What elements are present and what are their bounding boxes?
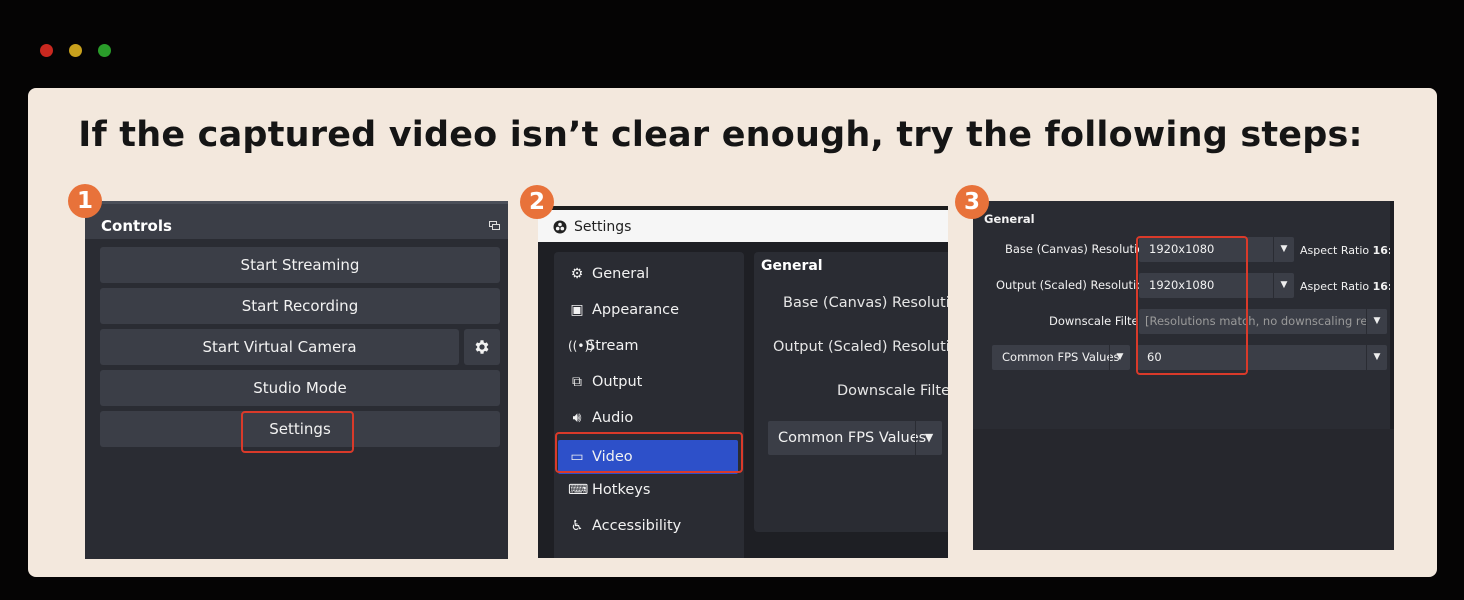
controls-panel: Controls Start Streaming Start Recording…	[85, 201, 508, 559]
keyboard-icon: ⌨	[568, 482, 589, 498]
obs-logo-icon	[553, 220, 567, 234]
output-aspect-ratio: Aspect Ratio 16:9	[1300, 280, 1394, 293]
settings-nav: ⚙ General ▣ Appearance ((•))Stream ⧉ Output…	[554, 252, 744, 558]
output-resolution-label: Output (Scaled) Resolution	[996, 278, 1151, 292]
step-1-badge: 1	[68, 184, 102, 218]
settings-title: Settings	[574, 219, 632, 235]
base-resolution-label: Base (Canvas) Resolution	[1005, 242, 1152, 256]
studio-mode-button[interactable]: Studio Mode	[100, 370, 500, 406]
nav-item-audio[interactable]: 🔊︎ Audio	[568, 408, 634, 428]
panel-bottom	[973, 429, 1394, 550]
speaker-icon: 🔊︎	[572, 410, 582, 426]
video-highlight	[555, 432, 743, 473]
chevron-down-icon: ▼	[1109, 345, 1130, 370]
settings-highlight	[241, 411, 354, 453]
start-recording-button[interactable]: Start Recording	[100, 288, 500, 324]
nav-item-hotkeys[interactable]: ⌨ Hotkeys	[568, 480, 650, 500]
general-section: General Base (Canvas) Resolution Output …	[754, 252, 948, 532]
base-aspect-ratio: Aspect Ratio 16:9	[1300, 244, 1394, 257]
start-streaming-button[interactable]: Start Streaming	[100, 247, 500, 283]
fps-type-select[interactable]: Common FPS Values ▼	[768, 421, 942, 455]
downscale-filter-label: Downscale Filter	[1049, 314, 1144, 328]
output-resolution-label: Output (Scaled) Resolution	[773, 339, 948, 355]
controls-title: Controls	[101, 217, 172, 235]
chevron-down-icon: ▼	[1273, 273, 1294, 298]
window-close-dot[interactable]	[40, 44, 53, 57]
nav-item-appearance[interactable]: ▣ Appearance	[568, 300, 679, 320]
output-icon: ⧉	[572, 374, 582, 390]
downscale-filter-label: Downscale Filter	[837, 383, 948, 399]
chevron-down-icon: ▼	[1366, 345, 1387, 370]
gear-icon: ⚙	[570, 266, 584, 282]
general-title: General	[761, 258, 823, 274]
nav-item-accessibility[interactable]: ♿︎ Accessibility	[568, 516, 682, 536]
gear-icon	[475, 340, 489, 354]
start-virtual-camera-button[interactable]: Start Virtual Camera	[100, 329, 459, 365]
window-minimize-dot[interactable]	[69, 44, 82, 57]
settings-titlebar: Settings	[538, 206, 948, 242]
nav-item-stream[interactable]: ((•))Stream	[568, 336, 638, 356]
antenna-icon: ((•))	[568, 339, 594, 353]
fps-type-select[interactable]: Common FPS Values ▼	[992, 345, 1130, 370]
controls-header: Controls	[85, 201, 508, 239]
panel-scroll-edge	[1390, 201, 1394, 429]
base-resolution-label: Base (Canvas) Resolution	[783, 295, 948, 311]
accessibility-icon: ♿︎	[570, 518, 584, 534]
step-3-badge: 3	[955, 185, 989, 219]
general-title: General	[984, 212, 1035, 226]
settings-window: Settings ⚙ General ▣ Appearance ((•))Strea…	[538, 206, 948, 558]
window-maximize-dot[interactable]	[98, 44, 111, 57]
nav-item-output[interactable]: ⧉ Output	[568, 372, 642, 392]
step-2-badge: 2	[520, 185, 554, 219]
chevron-down-icon: ▼	[1366, 309, 1387, 334]
video-settings-panel: General Base (Canvas) Resolution 1920x10…	[973, 201, 1394, 550]
appearance-icon: ▣	[570, 302, 584, 318]
nav-item-general[interactable]: ⚙ General	[568, 264, 649, 284]
dock-float-icon[interactable]	[489, 221, 500, 230]
chevron-down-icon: ▼	[1273, 237, 1294, 262]
virtual-camera-settings-button[interactable]	[464, 329, 500, 365]
headline: If the captured video isn’t clear enough…	[78, 115, 1363, 155]
values-highlight	[1136, 236, 1248, 375]
chevron-down-icon: ▼	[915, 421, 942, 455]
